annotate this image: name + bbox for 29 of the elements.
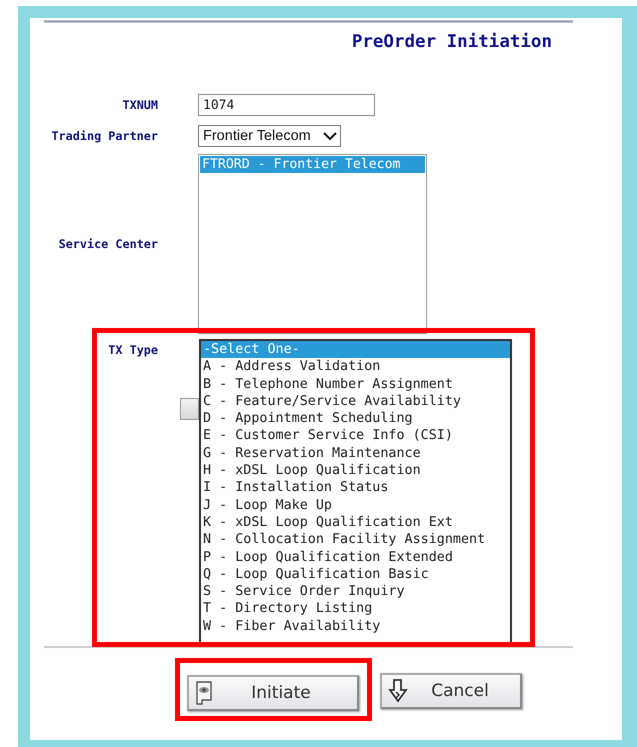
list-option[interactable]: G - Reservation Maintenance	[201, 444, 510, 462]
field-label: Service Center	[58, 237, 158, 251]
list-option[interactable]: K - xDSL Loop Qualification Ext	[201, 514, 510, 532]
cancel-button[interactable]: Cancel	[380, 673, 522, 709]
list-option[interactable]: T - Directory Listing	[201, 600, 510, 618]
tx-type-listbox[interactable]	[199, 339, 512, 645]
list-option[interactable]: B - Telephone Number Assignment	[201, 376, 510, 393]
txnum-field[interactable]: 1074	[198, 94, 375, 116]
list-option[interactable]: I - Installation Status	[201, 479, 510, 497]
page-title: PreOrder Initiation	[350, 31, 553, 53]
list-option[interactable]: N - Collocation Facility Assignment	[201, 531, 510, 549]
list-option[interactable]: Q - Loop Qualification Basic	[201, 566, 510, 584]
list-option[interactable]: P - Loop Qualification Extended	[201, 548, 510, 566]
eye-page-icon	[195, 681, 213, 705]
list-option[interactable]: D - Appointment Scheduling	[201, 410, 510, 428]
field-label: TXNUM	[121, 98, 158, 112]
chevron-down-icon	[323, 131, 337, 141]
list-option[interactable]: C - Feature/Service Availability	[201, 392, 510, 410]
initiate-button[interactable]: Initiate	[187, 675, 359, 711]
list-option[interactable]: H - xDSL Loop Qualification	[201, 462, 510, 480]
list-option[interactable]: W - Fiber Availability	[201, 618, 510, 636]
trading-partner-dropdown[interactable]: Frontier Telecom	[198, 125, 341, 147]
list-option[interactable]: E - Customer Service Info (CSI)	[201, 427, 510, 445]
list-option[interactable]: S - Service Order Inquiry	[201, 583, 510, 600]
list-option[interactable]: A - Address Validation	[201, 358, 510, 376]
field-label: Trading Partner	[50, 129, 158, 143]
field-label: TX Type	[107, 343, 158, 357]
list-option[interactable]: J - Loop Make Up	[201, 496, 510, 514]
down-arrow-icon	[388, 679, 408, 703]
